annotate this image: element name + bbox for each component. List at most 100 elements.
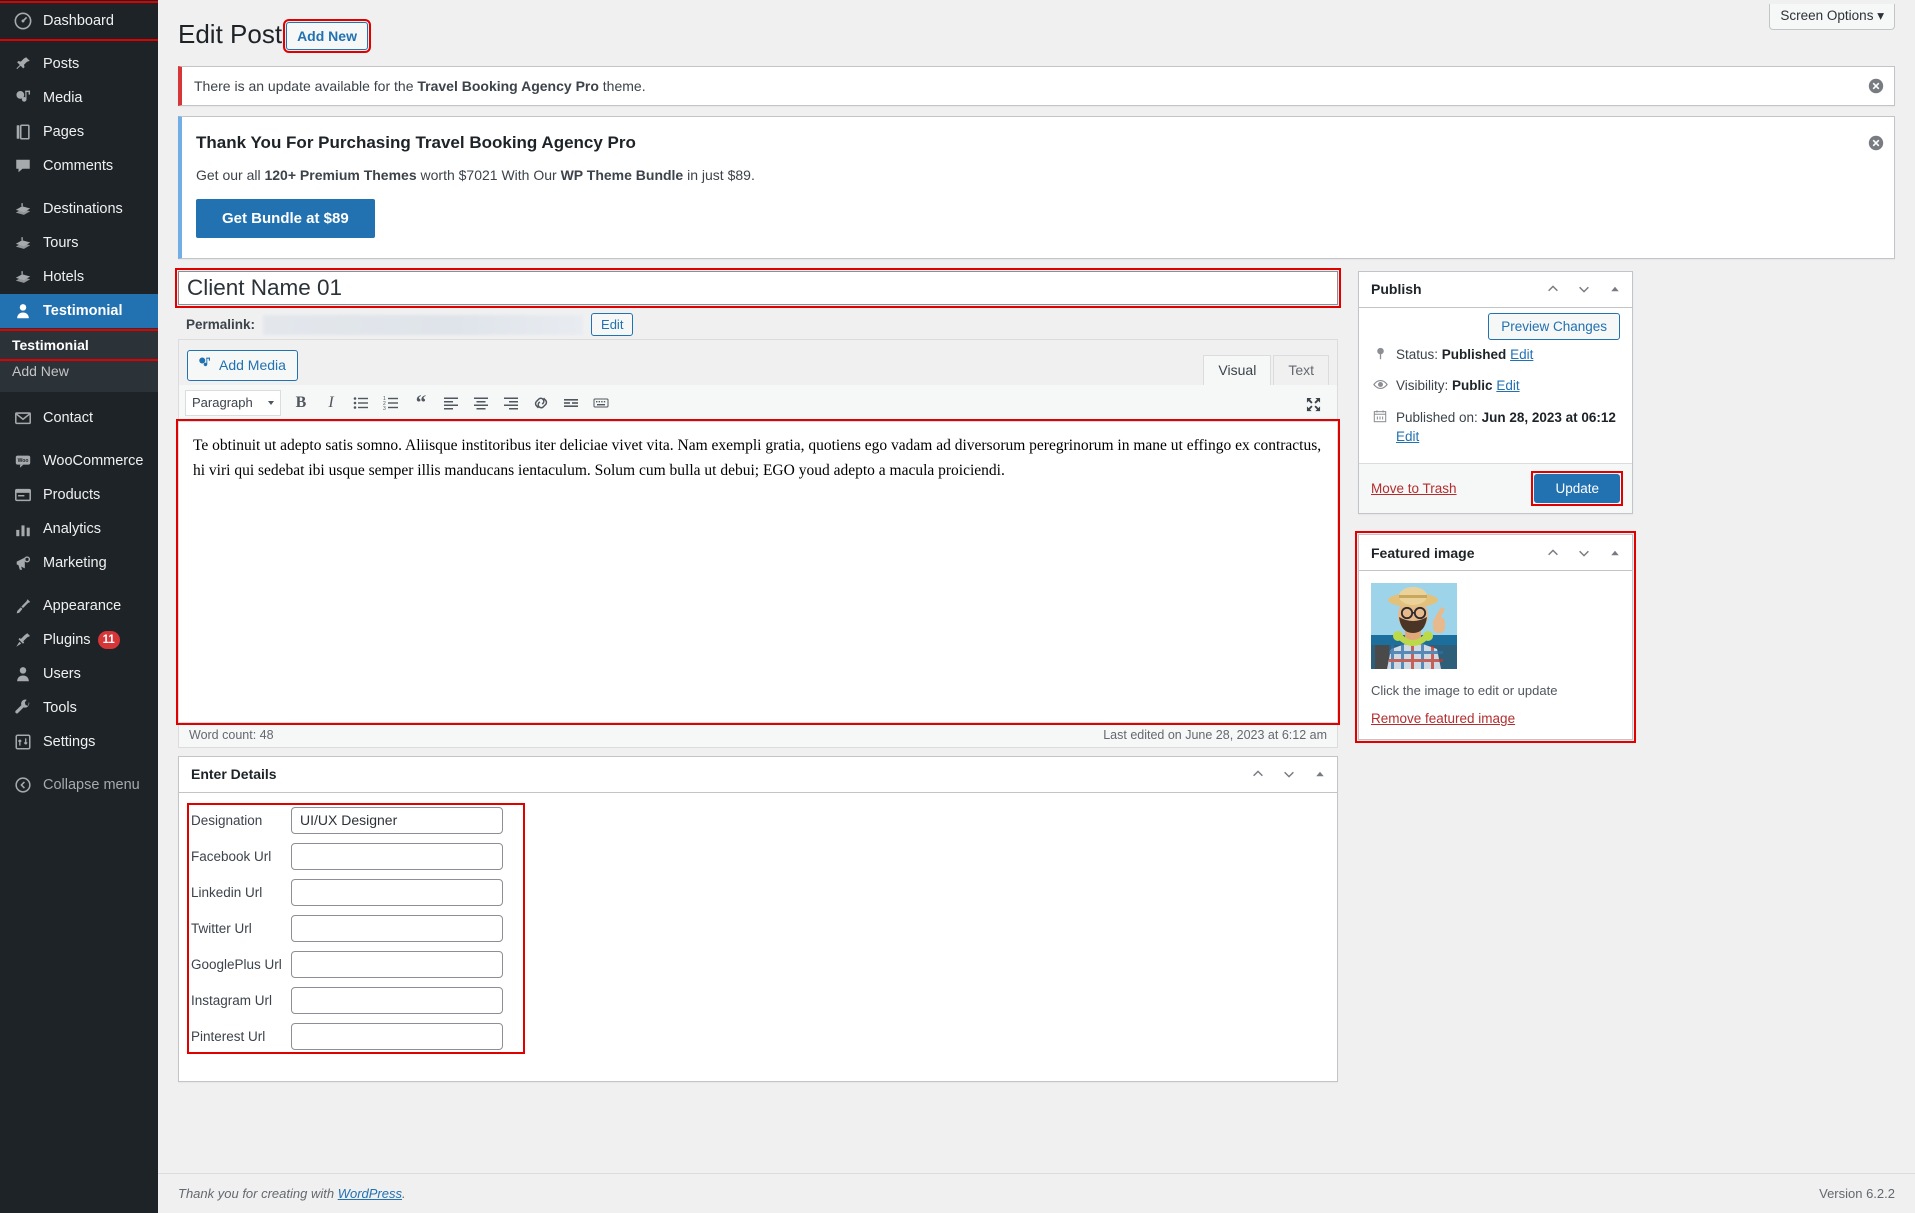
add-new-button[interactable]: Add New — [283, 18, 371, 54]
sidebar-item-plugins[interactable]: Plugins 11 — [0, 623, 158, 657]
eye-icon — [1371, 376, 1389, 392]
sidebar-item-users[interactable]: Users — [0, 657, 158, 691]
sidebar-item-comments[interactable]: Comments — [0, 149, 158, 183]
remove-featured-image-link[interactable]: Remove featured image — [1371, 711, 1515, 726]
sidebar-item-testimonial[interactable]: Testimonial — [0, 294, 158, 328]
publish-date-text: Published on: Jun 28, 2023 at 06:12 Edit — [1396, 408, 1620, 447]
edit-visibility-link[interactable]: Edit — [1496, 378, 1519, 393]
bulleted-list-icon[interactable] — [347, 390, 375, 416]
get-bundle-button[interactable]: Get Bundle at $89 — [196, 198, 375, 238]
close-icon[interactable] — [1866, 133, 1886, 153]
detail-field-label: Facebook Url — [191, 848, 272, 864]
post-title-input[interactable] — [175, 267, 1341, 308]
featured-image-thumbnail[interactable] — [1371, 583, 1457, 670]
move-up-icon[interactable] — [1544, 280, 1562, 298]
toggle-panel-icon[interactable] — [1311, 765, 1329, 783]
notice-text-before: There is an update available for the — [194, 77, 418, 94]
sidebar-item-hotels[interactable]: Hotels — [0, 260, 158, 294]
link-icon[interactable] — [527, 390, 555, 416]
post-content-editable[interactable]: Te obtinuit ut adepto satis somno. Aliis… — [176, 418, 1340, 725]
editor-text-area-wrapper: Te obtinuit ut adepto satis somno. Aliis… — [176, 418, 1340, 725]
detail-field-input-googleplus-url[interactable] — [291, 950, 503, 978]
dashboard-icon — [12, 11, 34, 31]
sidebar-item-settings[interactable]: Settings — [0, 725, 158, 759]
blockquote-icon[interactable]: “ — [407, 390, 435, 416]
toggle-panel-icon[interactable] — [1606, 544, 1624, 562]
tab-text[interactable]: Text — [1273, 354, 1329, 385]
sidebar-item-label: Media — [43, 90, 83, 106]
preview-changes-button[interactable]: Preview Changes — [1488, 312, 1620, 340]
bold-icon[interactable]: B — [287, 390, 315, 416]
detail-field-label: Linkedin Url — [191, 884, 263, 900]
move-up-icon[interactable] — [1544, 544, 1562, 562]
sidebar-item-tours[interactable]: Tours — [0, 226, 158, 260]
submenu-item-add-new[interactable]: Add New — [0, 358, 158, 384]
detail-field-input-instagram-url[interactable] — [291, 986, 503, 1014]
sidebar-item-destinations[interactable]: Destinations — [0, 192, 158, 226]
sidebar-metaboxes: Publish Preview Changes Status: Publishe… — [1355, 270, 1636, 760]
toggle-panel-icon[interactable] — [1606, 280, 1624, 298]
submenu-item-testimonial[interactable]: Testimonial — [0, 329, 161, 361]
footer-thanks-suffix: . — [402, 1186, 406, 1201]
italic-icon[interactable]: I — [317, 390, 345, 416]
move-down-icon[interactable] — [1575, 544, 1593, 562]
paragraph-format-select[interactable]: Paragraph — [185, 389, 281, 416]
sidebar-item-appearance[interactable]: Appearance — [0, 589, 158, 623]
detail-field-input-designation[interactable] — [291, 806, 503, 834]
enter-details-header: Enter Details — [179, 757, 1337, 793]
calendar-icon — [1371, 408, 1389, 423]
detail-field-input-linkedin-url[interactable] — [291, 878, 503, 906]
sidebar-item-label: Dashboard — [43, 13, 114, 29]
featured-image-metabox: Featured image Click the image to edit o… — [1355, 531, 1636, 744]
keyboard-toolbar-icon[interactable] — [587, 390, 615, 416]
sidebar-item-label: Posts — [43, 56, 80, 72]
align-right-icon[interactable] — [497, 390, 525, 416]
publish-metabox: Publish Preview Changes Status: Publishe… — [1358, 270, 1633, 515]
detail-field-row: Instagram Url — [191, 986, 521, 1014]
sidebar-item-woocommerce[interactable]: Woo WooCommerce — [0, 444, 158, 478]
detail-field-input-pinterest-url[interactable] — [291, 1022, 503, 1050]
read-more-icon[interactable] — [557, 390, 585, 416]
detail-field-input-twitter-url[interactable] — [291, 914, 503, 942]
screen-options-button[interactable]: Screen Options ▾ — [1769, 4, 1895, 30]
sidebar-item-contact[interactable]: Contact — [0, 401, 158, 435]
sidebar-item-collapse-menu[interactable]: Collapse menu — [0, 768, 158, 802]
sidebar-item-label: Comments — [43, 158, 114, 174]
permalink-value-blurred[interactable] — [263, 314, 584, 335]
publish-title: Publish — [1371, 281, 1422, 298]
numbered-list-icon[interactable]: 123 — [377, 390, 405, 416]
move-to-trash-link[interactable]: Move to Trash — [1371, 481, 1457, 496]
detail-field-label: Instagram Url — [191, 992, 273, 1008]
sidebar-item-dashboard[interactable]: Dashboard — [0, 1, 161, 41]
close-icon[interactable] — [1866, 76, 1886, 96]
paragraph-format-value: Paragraph — [192, 395, 253, 411]
detail-field-input-facebook-url[interactable] — [291, 842, 503, 870]
align-left-icon[interactable] — [437, 390, 465, 416]
chevron-down-icon — [268, 400, 274, 405]
published-label: Published on: — [1396, 409, 1478, 425]
move-down-icon[interactable] — [1280, 765, 1298, 783]
sidebar-item-products[interactable]: Products — [0, 478, 158, 512]
move-down-icon[interactable] — [1575, 280, 1593, 298]
svg-text:3: 3 — [383, 406, 386, 411]
edit-date-link[interactable]: Edit — [1396, 429, 1419, 444]
move-up-icon[interactable] — [1249, 765, 1267, 783]
align-center-icon[interactable] — [467, 390, 495, 416]
sidebar-item-media[interactable]: Media — [0, 81, 158, 115]
tab-visual[interactable]: Visual — [1203, 354, 1272, 386]
update-button[interactable]: Update — [1534, 474, 1620, 504]
edit-permalink-button[interactable]: Edit — [591, 313, 634, 337]
featured-image-title: Featured image — [1371, 544, 1475, 561]
sidebar-item-label: Contact — [43, 410, 93, 426]
metabox-handle-actions — [1249, 765, 1329, 783]
edit-status-link[interactable]: Edit — [1510, 347, 1533, 362]
sidebar-item-marketing[interactable]: Marketing — [0, 546, 158, 580]
sidebar-item-tools[interactable]: Tools — [0, 691, 158, 725]
sidebar-item-posts[interactable]: Posts — [0, 47, 158, 81]
fullscreen-icon[interactable] — [1299, 392, 1327, 418]
sidebar-item-pages[interactable]: Pages — [0, 115, 158, 149]
sidebar-item-label: WooCommerce — [43, 453, 144, 469]
sidebar-item-analytics[interactable]: Analytics — [0, 512, 158, 546]
add-media-button[interactable]: Add Media — [187, 349, 298, 381]
wordpress-link[interactable]: WordPress — [338, 1186, 402, 1201]
